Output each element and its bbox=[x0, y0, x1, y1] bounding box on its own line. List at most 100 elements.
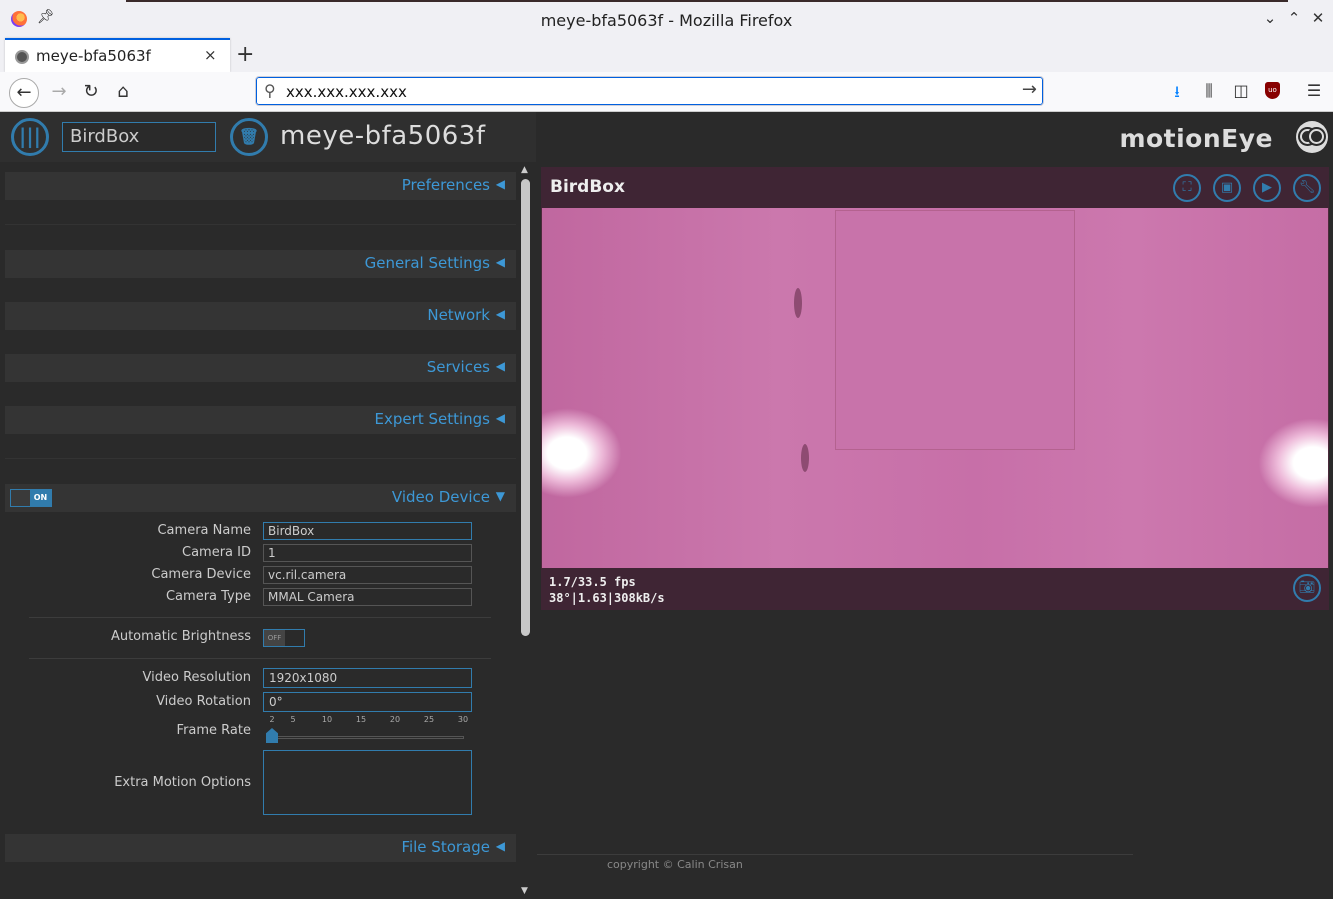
camera-live-image[interactable] bbox=[542, 208, 1328, 568]
settings-scrollbar[interactable]: ▲ ▼ bbox=[516, 162, 536, 899]
scroll-up-icon[interactable]: ▲ bbox=[521, 165, 528, 175]
owl-logo-icon bbox=[1296, 121, 1328, 153]
tick-label: 5 bbox=[290, 715, 296, 724]
window-titlebar: 📌︎ meye-bfa5063f - Mozilla Firefox ⌄ ⌃ ✕ bbox=[0, 0, 1333, 38]
collapsed-arrow-icon[interactable]: ◀ bbox=[496, 411, 505, 425]
section-label[interactable]: General Settings bbox=[365, 254, 490, 272]
scrollbar-thumb[interactable] bbox=[521, 179, 530, 636]
camera-device-field: vc.ril.camera bbox=[263, 566, 472, 584]
browser-tab[interactable]: meye-bfa5063f × bbox=[5, 38, 230, 72]
copyright-text: copyright © Calin Crisan bbox=[607, 858, 743, 871]
configure-wrench-button[interactable]: 🔧︎ bbox=[1293, 174, 1321, 202]
section-video-device[interactable]: Video Device ▼ bbox=[5, 484, 516, 512]
movies-play-button[interactable]: ▶ bbox=[1253, 174, 1281, 202]
new-tab-button[interactable]: + bbox=[236, 42, 254, 67]
section-label[interactable]: Video Device bbox=[392, 488, 490, 506]
frame-rate-ticks: 2 5 10 15 20 25 30 bbox=[263, 715, 468, 727]
reload-button[interactable]: ↻ bbox=[76, 78, 106, 108]
frame-rate-slider-handle[interactable] bbox=[266, 728, 278, 743]
auto-brightness-toggle[interactable]: OFF bbox=[263, 629, 305, 647]
section-file-storage[interactable]: File Storage ◀ bbox=[5, 834, 516, 862]
row-separator bbox=[29, 658, 491, 659]
footer-divider bbox=[537, 854, 1133, 855]
collapsed-arrow-icon[interactable]: ◀ bbox=[496, 255, 505, 269]
fullscreen-button[interactable]: ⛶ bbox=[1173, 174, 1201, 202]
ublock-shield-icon[interactable]: uo bbox=[1265, 82, 1280, 99]
section-services[interactable]: Services ◀ bbox=[5, 354, 516, 382]
navigation-toolbar: ← → ↻ ⌂ ⚲ xxx.xxx.xxx.xxx → ⭳ ⫼ ◫ ☰ bbox=[0, 72, 1333, 112]
section-network[interactable]: Network ◀ bbox=[5, 302, 516, 330]
brand-name: motionEye bbox=[1119, 124, 1273, 153]
tab-bar: meye-bfa5063f × + bbox=[0, 38, 1333, 72]
downloads-icon[interactable]: ⭳ bbox=[1166, 81, 1188, 108]
camera-name-label: Camera Name bbox=[157, 523, 251, 538]
collapsed-arrow-icon[interactable]: ◀ bbox=[496, 359, 505, 373]
url-text[interactable]: xxx.xxx.xxx.xxx bbox=[286, 83, 407, 101]
window-title: meye-bfa5063f - Mozilla Firefox bbox=[540, 11, 793, 30]
section-preferences[interactable]: Preferences ◀ bbox=[5, 172, 516, 200]
camera-top-bar: BirdBox ⛶ ▣ ▶ 🔧︎ bbox=[541, 167, 1329, 208]
collapsed-arrow-icon[interactable]: ◀ bbox=[496, 177, 505, 191]
section-label[interactable]: Services bbox=[427, 358, 490, 376]
toggle-knob bbox=[11, 490, 31, 506]
camera-stats: 38°|1.63|308kB/s bbox=[549, 591, 665, 605]
section-label[interactable]: File Storage bbox=[401, 838, 490, 856]
address-bar[interactable]: ⚲ xxx.xxx.xxx.xxx → bbox=[255, 76, 1044, 106]
frame-rate-label: Frame Rate bbox=[176, 723, 251, 738]
scroll-down-icon[interactable]: ▼ bbox=[521, 886, 528, 896]
collapsed-arrow-icon[interactable]: ◀ bbox=[496, 307, 505, 321]
camera-name-input[interactable]: BirdBox bbox=[263, 522, 472, 540]
library-icon[interactable]: ⫼ bbox=[1198, 81, 1220, 101]
auto-brightness-label: Automatic Brightness bbox=[110, 629, 251, 644]
sidebar-icon[interactable]: ◫ bbox=[1230, 81, 1252, 100]
section-expert-settings[interactable]: Expert Settings ◀ bbox=[5, 406, 516, 434]
tick-label: 20 bbox=[389, 715, 401, 724]
pictures-button[interactable]: ▣ bbox=[1213, 174, 1241, 202]
camera-type-label: Camera Type bbox=[165, 589, 251, 604]
host-title: meye-bfa5063f bbox=[280, 121, 486, 151]
snapshot-camera-button[interactable]: 📷︎ bbox=[1293, 574, 1321, 602]
forward-button[interactable]: → bbox=[44, 78, 74, 108]
camera-frame: BirdBox ⛶ ▣ ▶ 🔧︎ 1.7/33.5 fps 38°|1.63|3… bbox=[541, 167, 1329, 610]
section-label[interactable]: Network bbox=[427, 306, 490, 324]
settings-panel: Preferences ◀ General Settings ◀ Network… bbox=[5, 162, 516, 899]
motioneye-page: ||| BirdBox 🗑︎ meye-bfa5063f motionEye P… bbox=[0, 112, 1333, 899]
camera-select[interactable]: BirdBox bbox=[62, 122, 216, 152]
video-resolution-label: Video Resolution bbox=[142, 670, 251, 685]
extra-motion-label: Extra Motion Options bbox=[114, 775, 251, 790]
back-button[interactable]: ← bbox=[9, 78, 39, 108]
section-label[interactable]: Preferences bbox=[402, 176, 490, 194]
brand-header: motionEye bbox=[536, 112, 1333, 162]
toggle-state: ON bbox=[30, 490, 51, 506]
expanded-arrow-icon[interactable]: ▼ bbox=[496, 489, 505, 503]
menu-hamburger-icon[interactable]: ☰ bbox=[1303, 81, 1325, 100]
box-hole bbox=[801, 444, 809, 472]
video-device-toggle[interactable]: ON bbox=[10, 489, 52, 507]
remove-camera-button[interactable]: 🗑︎ bbox=[230, 118, 268, 156]
frame-rate-slider[interactable] bbox=[271, 736, 464, 739]
tab-close-icon[interactable]: × bbox=[204, 46, 217, 64]
video-rotation-select[interactable]: 0° bbox=[263, 692, 472, 712]
tick-label: 25 bbox=[423, 715, 435, 724]
camera-device-label: Camera Device bbox=[151, 567, 251, 582]
video-resolution-select[interactable]: 1920x1080 bbox=[263, 668, 472, 688]
collapsed-arrow-icon[interactable]: ◀ bbox=[496, 839, 505, 853]
extra-motion-textarea[interactable] bbox=[263, 750, 472, 815]
section-divider bbox=[5, 224, 516, 225]
go-arrow-icon[interactable]: → bbox=[1022, 79, 1037, 100]
minimize-chevron-icon[interactable]: ⌄ bbox=[1260, 9, 1280, 27]
settings-toggle-button[interactable]: ||| bbox=[11, 118, 49, 156]
close-window-icon[interactable]: ✕ bbox=[1308, 9, 1328, 27]
ir-glow-left bbox=[542, 408, 622, 498]
video-rotation-label: Video Rotation bbox=[156, 694, 251, 709]
tick-label: 30 bbox=[457, 715, 469, 724]
section-general-settings[interactable]: General Settings ◀ bbox=[5, 250, 516, 278]
camera-fps: 1.7/33.5 fps bbox=[549, 575, 636, 589]
toggle-state: OFF bbox=[264, 630, 285, 646]
section-label[interactable]: Expert Settings bbox=[375, 410, 490, 428]
box-back-wall bbox=[835, 210, 1075, 450]
titlebar-accent bbox=[126, 0, 1288, 2]
tick-label: 2 bbox=[269, 715, 275, 724]
maximize-chevron-icon[interactable]: ⌃ bbox=[1284, 9, 1304, 27]
home-button[interactable]: ⌂ bbox=[108, 78, 138, 108]
